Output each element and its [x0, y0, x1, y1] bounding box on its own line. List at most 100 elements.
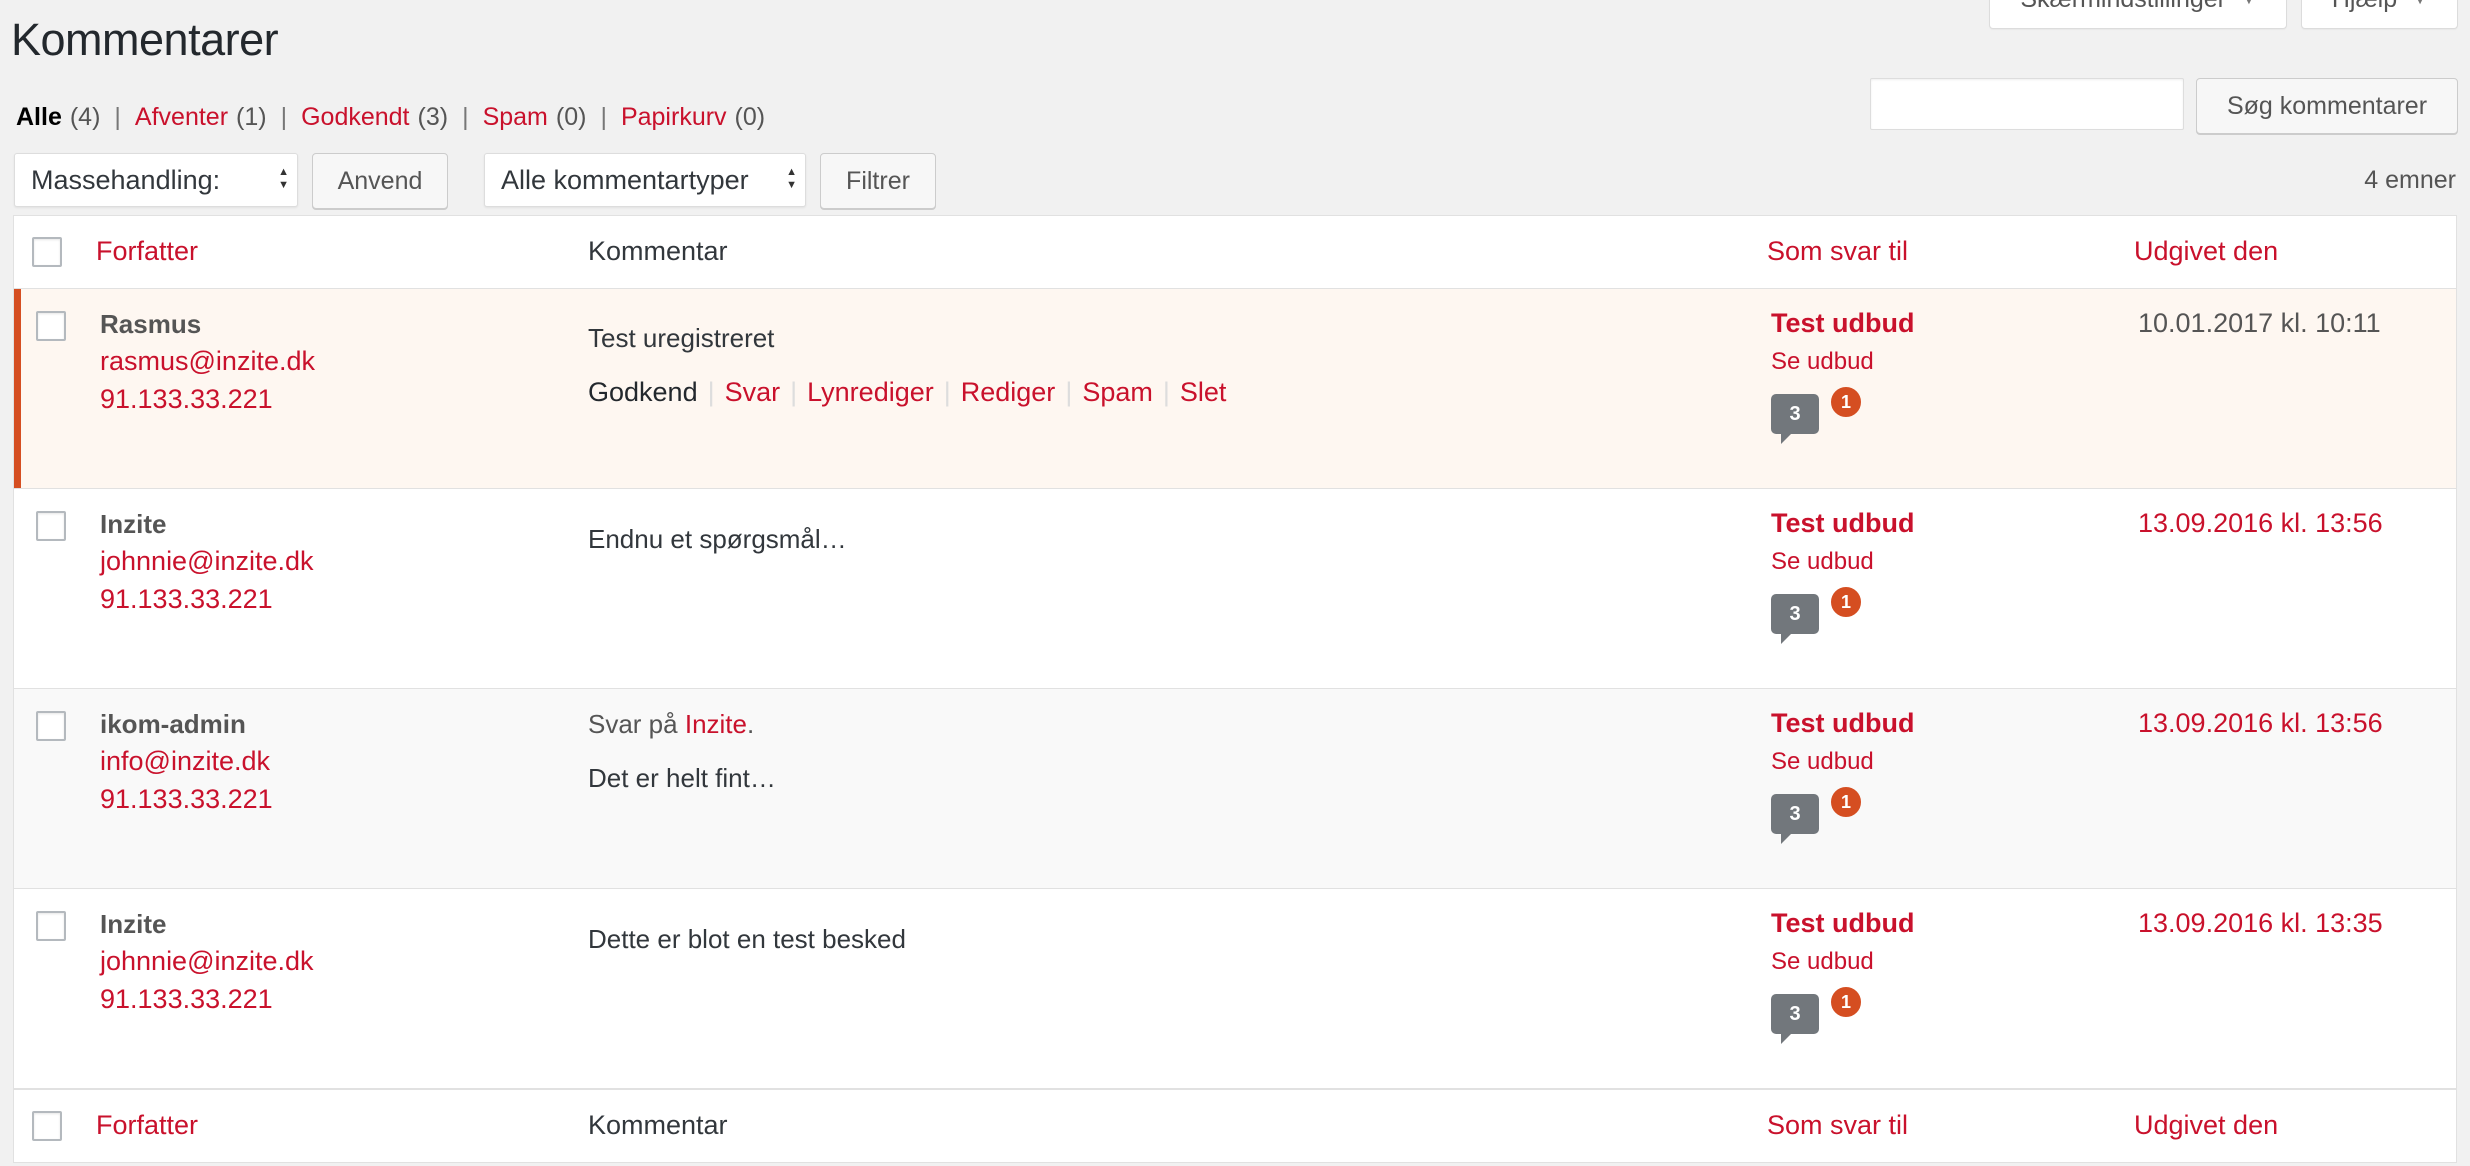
action-separator: |	[707, 377, 715, 407]
reply-prefix-text: Svar på	[588, 709, 678, 739]
table-footer: Forfatter Kommentar Som svar til Udgivet…	[14, 1089, 2456, 1162]
column-author[interactable]: Forfatter	[96, 236, 198, 267]
comment-count-bubble-icon[interactable]: 3	[1771, 594, 1819, 644]
select-arrows-icon: ▲ ▼	[278, 166, 289, 191]
row-checkbox[interactable]	[36, 711, 66, 741]
delete-link[interactable]: Slet	[1180, 377, 1227, 408]
response-post-link[interactable]: Test udbud	[1771, 508, 1914, 539]
action-separator: |	[790, 377, 798, 407]
filter-count: (3)	[417, 103, 449, 131]
row-checkbox[interactable]	[36, 311, 66, 341]
filter-count: (4)	[69, 103, 101, 131]
select-arrows-icon: ▲ ▼	[786, 166, 797, 191]
approve-link[interactable]: Godkend	[588, 377, 698, 408]
filter-label: Godkendt	[301, 103, 410, 131]
filter-approved[interactable]: Godkendt (3)	[301, 103, 448, 132]
response-post-link[interactable]: Test udbud	[1771, 308, 1914, 339]
filter-button[interactable]: Filtrer	[820, 153, 936, 209]
action-separator: |	[1162, 377, 1170, 407]
comment-count-bubble-icon[interactable]: 3	[1771, 994, 1819, 1044]
filter-spam[interactable]: Spam (0)	[483, 103, 587, 132]
comment-text: Dette er blot en test besked	[588, 924, 906, 954]
author-name: ikom-admin	[100, 709, 246, 739]
filter-pending[interactable]: Afventer (1)	[135, 103, 267, 132]
pending-count-badge: 1	[1828, 984, 1864, 1020]
table-row: Inzite johnnie@inzite.dk 91.133.33.221 E…	[14, 489, 2456, 689]
author-email-link[interactable]: johnnie@inzite.dk	[100, 546, 314, 577]
quick-edit-link[interactable]: Lynrediger	[807, 377, 934, 408]
author-ip-link[interactable]: 91.133.33.221	[100, 784, 273, 815]
comment-date: 10.01.2017 kl. 10:11	[2138, 308, 2381, 338]
comment-text: Endnu et spørgsmål…	[588, 524, 847, 554]
screen-options-label: Skærmindstillinger	[2020, 0, 2226, 14]
comment-date-link[interactable]: 13.09.2016 kl. 13:35	[2138, 908, 2383, 939]
author-email-link[interactable]: rasmus@inzite.dk	[100, 346, 315, 377]
column-author[interactable]: Forfatter	[96, 1110, 198, 1141]
pending-count-badge: 1	[1828, 584, 1864, 620]
comment-count-bubble-icon[interactable]: 3	[1771, 394, 1819, 444]
column-date[interactable]: Udgivet den	[2134, 236, 2278, 267]
pending-count-badge: 1	[1828, 384, 1864, 420]
filter-separator: |	[114, 103, 121, 131]
apply-button[interactable]: Anvend	[312, 153, 448, 209]
filter-label: Afventer	[134, 103, 229, 131]
item-count: 4 emner	[2364, 166, 2456, 194]
filter-count: (1)	[236, 103, 267, 131]
table-header: Forfatter Kommentar Som svar til Udgivet…	[14, 216, 2456, 289]
comments-table: Forfatter Kommentar Som svar til Udgivet…	[13, 215, 2457, 1163]
reply-to-author-link[interactable]: Inzite	[685, 709, 747, 739]
view-post-link[interactable]: Se udbud	[1771, 748, 1874, 776]
search-input[interactable]	[1870, 78, 2184, 130]
author-name: Rasmus	[100, 309, 202, 339]
edit-link[interactable]: Rediger	[961, 377, 1056, 408]
select-all-checkbox[interactable]	[32, 1111, 62, 1141]
search-comments-button[interactable]: Søg kommentarer	[2196, 78, 2458, 134]
author-name: Inzite	[100, 509, 167, 539]
view-post-link[interactable]: Se udbud	[1771, 948, 1874, 976]
response-post-link[interactable]: Test udbud	[1771, 908, 1914, 939]
column-date[interactable]: Udgivet den	[2134, 1110, 2278, 1141]
row-checkbox[interactable]	[36, 911, 66, 941]
view-post-link[interactable]: Se udbud	[1771, 348, 1874, 376]
author-email-link[interactable]: info@inzite.dk	[100, 746, 270, 777]
filter-all[interactable]: Alle (4)	[16, 103, 100, 132]
comment-type-value: Alle kommentartyper	[501, 164, 749, 195]
filter-label: Spam	[482, 103, 548, 131]
pending-count-badge: 1	[1828, 784, 1864, 820]
filter-trash[interactable]: Papirkurv (0)	[621, 103, 765, 132]
reply-suffix-text: .	[747, 709, 755, 739]
screen-options-tab[interactable]: Skærmindstillinger ▼	[1989, 0, 2287, 29]
help-label: Hjælp	[2332, 0, 2397, 14]
select-all-checkbox[interactable]	[32, 237, 62, 267]
caret-down-icon: ▼	[2242, 0, 2256, 7]
reply-link[interactable]: Svar	[725, 377, 781, 408]
author-ip-link[interactable]: 91.133.33.221	[100, 584, 273, 615]
column-response[interactable]: Som svar til	[1767, 1110, 1908, 1141]
status-filters: Alle (4) | Afventer (1) | Godkendt (3) | Sp…	[16, 103, 765, 132]
bulk-action-select[interactable]: Massehandling: ▲ ▼	[14, 153, 298, 207]
comment-count-bubble-icon[interactable]: 3	[1771, 794, 1819, 844]
filter-label: Alle	[16, 103, 62, 131]
help-tab[interactable]: Hjælp ▼	[2300, 0, 2458, 29]
filter-separator: |	[280, 103, 288, 131]
filter-label: Papirkurv	[620, 103, 727, 131]
action-separator: |	[943, 377, 951, 407]
comment-type-select[interactable]: Alle kommentartyper ▲ ▼	[484, 153, 806, 207]
author-ip-link[interactable]: 91.133.33.221	[100, 384, 273, 415]
comment-date-link[interactable]: 13.09.2016 kl. 13:56	[2138, 708, 2383, 739]
filter-separator: |	[600, 103, 607, 131]
view-post-link[interactable]: Se udbud	[1771, 548, 1874, 576]
row-checkbox[interactable]	[36, 511, 66, 541]
comment-date-link[interactable]: 13.09.2016 kl. 13:56	[2138, 508, 2383, 539]
author-ip-link[interactable]: 91.133.33.221	[100, 984, 273, 1015]
column-response[interactable]: Som svar til	[1767, 236, 1908, 267]
caret-down-icon: ▼	[2413, 0, 2427, 7]
response-post-link[interactable]: Test udbud	[1771, 708, 1914, 739]
table-row: ikom-admin info@inzite.dk 91.133.33.221 …	[14, 689, 2456, 889]
column-comment: Kommentar	[588, 1110, 728, 1140]
spam-link[interactable]: Spam	[1082, 377, 1153, 408]
table-row: Rasmus rasmus@inzite.dk 91.133.33.221 Te…	[14, 289, 2456, 489]
author-name: Inzite	[100, 909, 167, 939]
author-email-link[interactable]: johnnie@inzite.dk	[100, 946, 314, 977]
column-comment: Kommentar	[588, 236, 728, 266]
